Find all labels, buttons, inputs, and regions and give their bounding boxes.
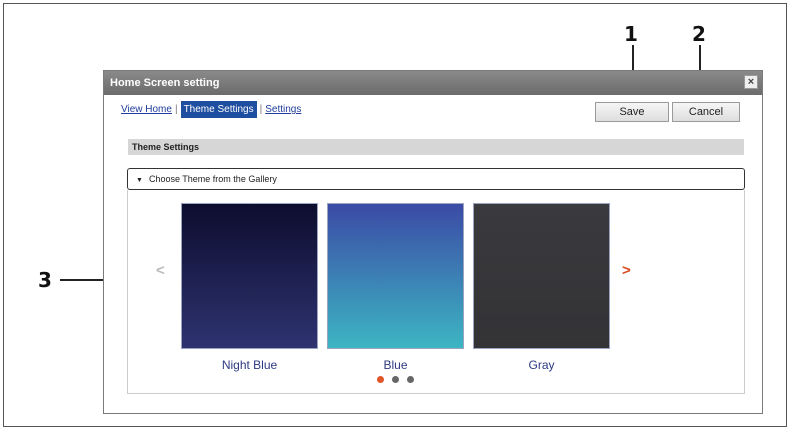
callout-3: 3 <box>38 268 52 292</box>
nav-settings[interactable]: Settings <box>265 104 301 115</box>
nav-separator: | <box>174 104 178 115</box>
callout-2: 2 <box>692 22 706 46</box>
triangle-down-icon: ▼ <box>136 177 143 184</box>
theme-label-blue: Blue <box>383 358 408 372</box>
dialog-title: Home Screen setting <box>110 77 220 89</box>
theme-tile-gray[interactable] <box>473 203 610 349</box>
accordion-label: Choose Theme from the Gallery <box>148 174 277 184</box>
home-screen-setting-dialog: Home Screen setting × View Home | Theme Se… <box>103 70 763 414</box>
nav-separator: | <box>259 104 263 115</box>
pager-dot[interactable] <box>407 376 414 383</box>
section-title: Theme Settings <box>128 139 744 155</box>
save-button[interactable]: Save <box>595 102 669 122</box>
theme-gallery: < > Night Blue Blue Gray <box>127 190 745 394</box>
theme-tile-blue[interactable] <box>327 203 464 349</box>
pager-dot[interactable] <box>377 376 384 383</box>
cancel-button[interactable]: Cancel <box>672 102 740 122</box>
next-arrow[interactable]: > <box>622 262 631 279</box>
theme-label-gray: Gray <box>528 358 555 372</box>
choose-theme-accordion[interactable]: ▼ Choose Theme from the Gallery <box>127 168 745 190</box>
settings-nav: View Home | Theme Settings | Settings <box>121 101 301 118</box>
nav-view-home[interactable]: View Home <box>121 104 172 115</box>
callout-1: 1 <box>624 22 638 46</box>
previous-arrow[interactable]: < <box>156 262 165 279</box>
dialog-titlebar: Home Screen setting × <box>104 71 762 95</box>
theme-tile-night-blue[interactable] <box>181 203 318 349</box>
nav-theme-settings[interactable]: Theme Settings <box>180 101 257 118</box>
theme-label-night-blue: Night Blue <box>221 358 278 372</box>
pager-dot[interactable] <box>392 376 399 383</box>
close-icon[interactable]: × <box>744 75 758 89</box>
